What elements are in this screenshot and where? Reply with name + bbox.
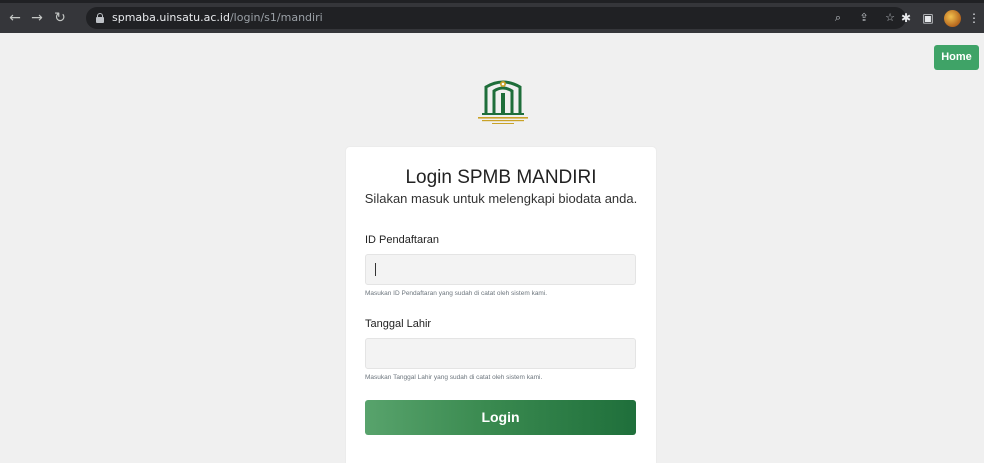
university-logo-icon [478,80,528,124]
share-icon[interactable]: ⇪ [856,10,872,26]
more-menu-icon[interactable]: ⋮ [966,10,982,26]
login-card: Login SPMB MANDIRI Silakan masuk untuk m… [346,147,656,463]
id-pendaftaran-label: ID Pendaftaran [365,234,439,246]
extensions-icon[interactable]: ✱ [898,10,914,26]
url-host: spmaba.uinsatu.ac.id [112,11,230,24]
url-path: /login/s1/mandiri [229,11,323,24]
login-button[interactable]: Login [365,400,636,435]
login-subtitle: Silakan masuk untuk melengkapi biodata a… [364,191,638,206]
address-bar[interactable]: spmaba.uinsatu.ac.id/login/s1/mandiri ⌕ … [86,7,906,29]
tanggal-lahir-label: Tanggal Lahir [365,318,432,330]
forward-arrow-icon[interactable]: → [28,9,46,27]
reload-icon[interactable]: ↻ [51,9,69,27]
tanggal-lahir-help: Masukan Tanggal Lahir yang sudah di cata… [365,374,543,381]
text-caret [375,263,376,276]
id-pendaftaran-input[interactable] [365,254,636,285]
home-button[interactable]: Home [934,45,979,70]
url-text[interactable]: spmaba.uinsatu.ac.id/login/s1/mandiri [112,7,323,29]
star-icon[interactable]: ☆ [882,10,898,26]
profile-avatar-icon[interactable] [944,10,961,27]
lock-icon[interactable] [96,13,104,23]
zoom-icon[interactable]: ⌕ [830,10,846,26]
browser-toolbar: ← → ↻ spmaba.uinsatu.ac.id/login/s1/mand… [0,0,984,33]
login-title: Login SPMB MANDIRI [405,167,597,188]
tanggal-lahir-input[interactable] [365,338,636,369]
id-pendaftaran-help: Masukan ID Pendaftaran yang sudah di cat… [365,290,548,297]
back-arrow-icon[interactable]: ← [6,9,24,27]
sidepanel-icon[interactable]: ▣ [920,10,936,26]
